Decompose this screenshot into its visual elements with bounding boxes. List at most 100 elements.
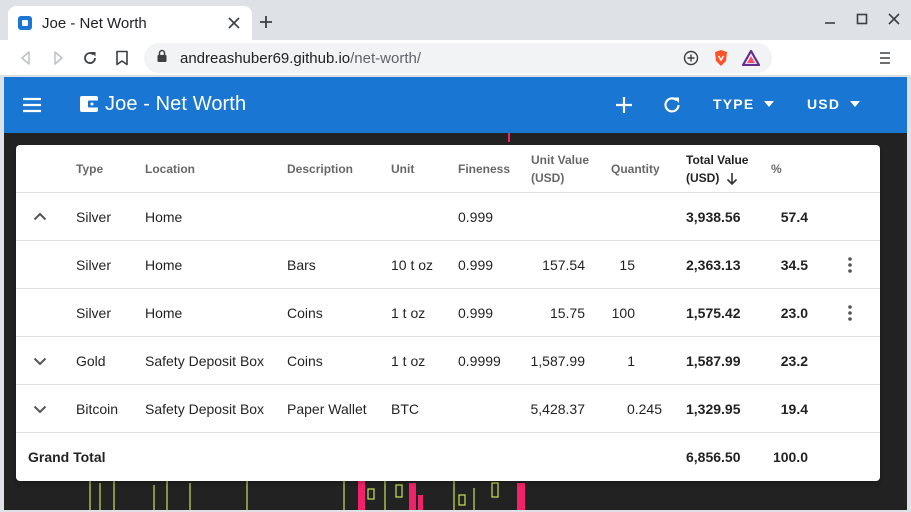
lock-icon xyxy=(156,49,168,68)
cell-unit: BTC xyxy=(391,401,419,417)
address-bar[interactable]: andreashuber69.github.io/net-worth/ xyxy=(144,43,772,73)
table-row[interactable]: Gold Safety Deposit Box Coins 1 t oz 0.9… xyxy=(16,337,880,385)
cell-quantity: 15 xyxy=(619,257,635,273)
cell-unit-value: 1,587.99 xyxy=(530,353,586,369)
chevron-up-icon[interactable] xyxy=(30,207,50,227)
more-vert-icon[interactable] xyxy=(840,255,860,275)
cell-unit: 1 t oz xyxy=(391,305,426,321)
url-path: /net-worth/ xyxy=(350,49,422,67)
cell-total-value: 1,329.95 xyxy=(686,401,741,417)
grand-total-label: Grand Total xyxy=(28,449,106,465)
table-row[interactable]: Silver Home 0.999 3,938.56 57.4 xyxy=(16,193,880,241)
maximize-icon[interactable] xyxy=(855,8,869,30)
table-header-row: Type Location Description Unit Fineness … xyxy=(16,145,880,193)
group-by-label: TYPE xyxy=(713,96,755,112)
cell-fineness: 0.999 xyxy=(458,305,494,321)
column-header-total-value[interactable]: Total Value (USD) xyxy=(686,145,748,193)
cell-fineness: 0.999 xyxy=(458,257,494,273)
reload-icon[interactable] xyxy=(80,48,100,68)
cell-percent: 19.4 xyxy=(780,401,808,417)
forward-icon[interactable] xyxy=(48,48,68,68)
table-row[interactable]: Silver Home Coins 1 t oz 0.999 15.75 100… xyxy=(16,289,880,337)
grand-total-row: Grand Total 6,856.50 100.0 xyxy=(16,433,880,481)
app-title: Joe - Net Worth xyxy=(105,93,247,115)
column-header-location[interactable]: Location xyxy=(145,145,195,193)
url-text: andreashuber69.github.io/net-worth/ xyxy=(180,50,670,67)
chevron-down-icon[interactable] xyxy=(30,399,50,419)
add-icon[interactable] xyxy=(682,49,700,67)
cell-percent: 23.0 xyxy=(780,305,808,321)
column-header-unit-value[interactable]: Unit Value (USD) xyxy=(531,145,589,193)
cell-total-value: 3,938.56 xyxy=(686,209,741,225)
currency-label: USD xyxy=(807,96,841,112)
column-header-fineness[interactable]: Fineness xyxy=(458,145,510,193)
app-toolbar: Joe - Net Worth TYPE USD xyxy=(4,77,907,133)
cell-unit: 1 t oz xyxy=(391,353,426,369)
close-window-icon[interactable] xyxy=(887,8,901,30)
cell-description: Bars xyxy=(287,257,316,273)
cell-type: Silver xyxy=(76,209,112,225)
column-header-unit[interactable]: Unit xyxy=(391,145,414,193)
brave-shield-icon[interactable] xyxy=(712,49,730,67)
unit-value-label: Unit Value xyxy=(531,153,590,167)
minimize-icon[interactable] xyxy=(823,8,837,30)
browser-tabstrip: Joe - Net Worth xyxy=(0,0,911,40)
back-icon[interactable] xyxy=(16,48,36,68)
cell-fineness: 0.999 xyxy=(458,209,494,225)
cell-description: Coins xyxy=(287,305,323,321)
cell-fineness: 0.9999 xyxy=(458,353,501,369)
cell-total-value: 1,587.99 xyxy=(686,353,741,369)
currency-dropdown[interactable]: USD xyxy=(807,96,861,112)
cell-quantity: 100 xyxy=(611,305,635,321)
table-row[interactable]: Silver Home Bars 10 t oz 0.999 157.54 15… xyxy=(16,241,880,289)
bookmark-icon[interactable] xyxy=(112,48,132,68)
tab-title: Joe - Net Worth xyxy=(42,14,147,32)
cell-description: Paper Wallet xyxy=(287,401,367,417)
new-tab-icon[interactable] xyxy=(256,12,276,32)
wallet-favicon-icon xyxy=(18,16,32,30)
cell-location: Safety Deposit Box xyxy=(145,353,265,369)
column-header-quantity[interactable]: Quantity xyxy=(611,145,660,193)
caret-down-icon xyxy=(764,101,775,107)
column-header-description[interactable]: Description xyxy=(287,145,353,193)
total-value-label: Total Value xyxy=(686,153,749,167)
grand-total-percent: 100.0 xyxy=(772,449,808,465)
unit-value-currency: (USD) xyxy=(531,171,565,185)
grand-total-value: 6,856.50 xyxy=(686,449,741,465)
assets-table: Type Location Description Unit Fineness … xyxy=(16,145,880,481)
add-asset-icon[interactable] xyxy=(614,95,634,115)
cell-quantity: 1 xyxy=(627,353,635,369)
wallet-icon xyxy=(79,95,99,113)
cell-unit-value: 157.54 xyxy=(542,257,585,273)
url-domain: andreashuber69.github.io xyxy=(180,49,351,67)
window-controls xyxy=(823,8,901,30)
more-vert-icon[interactable] xyxy=(840,303,860,323)
cell-quantity: 0.245 xyxy=(626,401,662,417)
cell-type: Gold xyxy=(76,353,106,369)
cell-location: Home xyxy=(145,305,183,321)
cell-location: Home xyxy=(145,209,183,225)
group-by-dropdown[interactable]: TYPE xyxy=(713,96,775,112)
column-header-type[interactable]: Type xyxy=(76,145,103,193)
cell-type: Silver xyxy=(76,257,112,273)
cell-percent: 23.2 xyxy=(780,353,808,369)
cell-type: Silver xyxy=(76,305,112,321)
close-tab-icon[interactable] xyxy=(226,15,242,31)
page-viewport: Joe - Net Worth TYPE USD Type Location D… xyxy=(4,77,907,510)
chevron-down-icon[interactable] xyxy=(30,351,50,371)
cell-total-value: 1,575.42 xyxy=(686,305,741,321)
refresh-icon[interactable] xyxy=(662,95,682,115)
browser-tab[interactable]: Joe - Net Worth xyxy=(8,6,252,40)
cell-unit: 10 t oz xyxy=(391,257,434,273)
menu-icon[interactable] xyxy=(22,95,42,115)
brave-rewards-icon[interactable] xyxy=(742,49,760,67)
browser-toolbar: andreashuber69.github.io/net-worth/ xyxy=(0,40,911,76)
cell-total-value: 2,363.13 xyxy=(686,257,741,273)
caret-down-icon xyxy=(850,101,861,107)
cell-percent: 57.4 xyxy=(780,209,808,225)
browser-menu-icon[interactable] xyxy=(877,48,893,68)
table-row[interactable]: Bitcoin Safety Deposit Box Paper Wallet … xyxy=(16,385,880,433)
column-header-percent[interactable]: % xyxy=(771,145,782,193)
sort-descending-icon xyxy=(727,172,738,185)
cell-description: Coins xyxy=(287,353,323,369)
